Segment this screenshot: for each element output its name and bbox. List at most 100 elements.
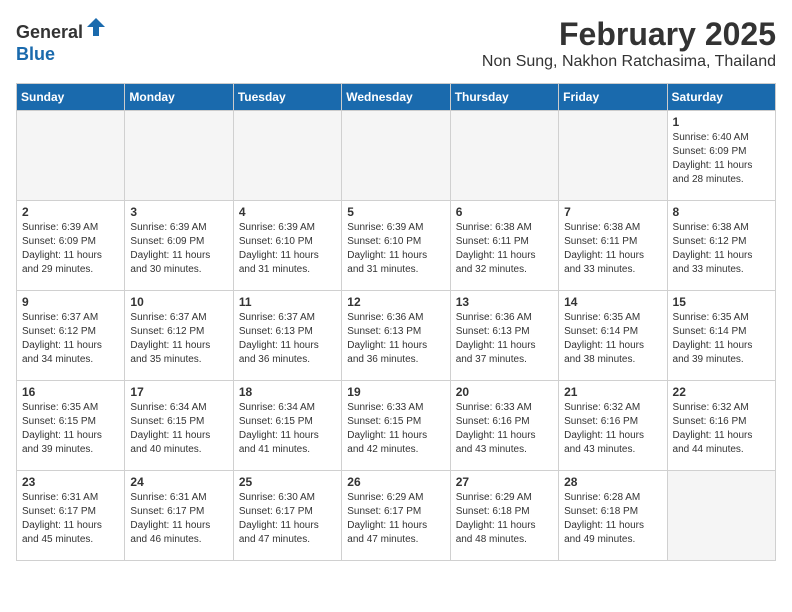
calendar-cell: 24 Sunrise: 6:31 AM Sunset: 6:17 PM Dayli… (125, 471, 233, 561)
day-info: Sunrise: 6:37 AM Sunset: 6:12 PM Dayligh… (22, 311, 119, 367)
calendar-cell (233, 111, 341, 201)
logo: General Blue (16, 16, 107, 65)
day-info: Sunrise: 6:37 AM Sunset: 6:13 PM Dayligh… (239, 311, 336, 367)
day-number: 14 (564, 295, 661, 309)
calendar-cell: 9 Sunrise: 6:37 AM Sunset: 6:12 PM Daylig… (17, 291, 125, 381)
day-info: Sunrise: 6:38 AM Sunset: 6:11 PM Dayligh… (564, 221, 661, 277)
calendar-cell: 14 Sunrise: 6:35 AM Sunset: 6:14 PM Dayli… (559, 291, 667, 381)
day-number: 4 (239, 205, 336, 219)
day-number: 18 (239, 385, 336, 399)
calendar-cell (125, 111, 233, 201)
calendar-cell: 11 Sunrise: 6:37 AM Sunset: 6:13 PM Dayli… (233, 291, 341, 381)
day-info: Sunrise: 6:28 AM Sunset: 6:18 PM Dayligh… (564, 491, 661, 547)
day-number: 25 (239, 475, 336, 489)
day-number: 28 (564, 475, 661, 489)
day-info: Sunrise: 6:32 AM Sunset: 6:16 PM Dayligh… (673, 401, 770, 457)
day-info: Sunrise: 6:39 AM Sunset: 6:10 PM Dayligh… (239, 221, 336, 277)
day-number: 24 (130, 475, 227, 489)
column-header-saturday: Saturday (667, 84, 775, 111)
day-number: 8 (673, 205, 770, 219)
calendar-cell: 15 Sunrise: 6:35 AM Sunset: 6:14 PM Dayli… (667, 291, 775, 381)
day-info: Sunrise: 6:31 AM Sunset: 6:17 PM Dayligh… (130, 491, 227, 547)
day-info: Sunrise: 6:36 AM Sunset: 6:13 PM Dayligh… (347, 311, 444, 367)
calendar-cell: 1Sunrise: 6:40 AM Sunset: 6:09 PM Daylig… (667, 111, 775, 201)
calendar-cell: 16 Sunrise: 6:35 AM Sunset: 6:15 PM Dayli… (17, 381, 125, 471)
logo-icon (85, 16, 107, 38)
day-number: 20 (456, 385, 553, 399)
column-header-tuesday: Tuesday (233, 84, 341, 111)
day-info: Sunrise: 6:30 AM Sunset: 6:17 PM Dayligh… (239, 491, 336, 547)
day-number: 9 (22, 295, 119, 309)
calendar-cell: 17 Sunrise: 6:34 AM Sunset: 6:15 PM Dayli… (125, 381, 233, 471)
column-header-sunday: Sunday (17, 84, 125, 111)
day-number: 3 (130, 205, 227, 219)
subtitle: Non Sung, Nakhon Ratchasima, Thailand (482, 53, 776, 71)
day-info: Sunrise: 6:35 AM Sunset: 6:14 PM Dayligh… (564, 311, 661, 367)
day-number: 23 (22, 475, 119, 489)
day-info: Sunrise: 6:38 AM Sunset: 6:12 PM Dayligh… (673, 221, 770, 277)
column-header-thursday: Thursday (450, 84, 558, 111)
day-number: 10 (130, 295, 227, 309)
calendar-cell (450, 111, 558, 201)
calendar-cell: 13 Sunrise: 6:36 AM Sunset: 6:13 PM Dayli… (450, 291, 558, 381)
day-info: Sunrise: 6:39 AM Sunset: 6:10 PM Dayligh… (347, 221, 444, 277)
calendar-cell (559, 111, 667, 201)
page-header: General Blue February 2025 Non Sung, Nak… (16, 16, 776, 71)
day-info: Sunrise: 6:34 AM Sunset: 6:15 PM Dayligh… (239, 401, 336, 457)
calendar-cell: 5 Sunrise: 6:39 AM Sunset: 6:10 PM Daylig… (342, 201, 450, 291)
day-info: Sunrise: 6:35 AM Sunset: 6:15 PM Dayligh… (22, 401, 119, 457)
day-number: 19 (347, 385, 444, 399)
logo-general: General (16, 22, 83, 42)
day-info: Sunrise: 6:35 AM Sunset: 6:14 PM Dayligh… (673, 311, 770, 367)
calendar-cell: 25 Sunrise: 6:30 AM Sunset: 6:17 PM Dayli… (233, 471, 341, 561)
day-number: 13 (456, 295, 553, 309)
day-info: Sunrise: 6:37 AM Sunset: 6:12 PM Dayligh… (130, 311, 227, 367)
calendar-cell: 4 Sunrise: 6:39 AM Sunset: 6:10 PM Daylig… (233, 201, 341, 291)
calendar-cell (342, 111, 450, 201)
day-info: Sunrise: 6:39 AM Sunset: 6:09 PM Dayligh… (22, 221, 119, 277)
day-info: Sunrise: 6:29 AM Sunset: 6:18 PM Dayligh… (456, 491, 553, 547)
main-title: February 2025 (482, 16, 776, 53)
day-number: 11 (239, 295, 336, 309)
calendar-cell: 27 Sunrise: 6:29 AM Sunset: 6:18 PM Dayli… (450, 471, 558, 561)
calendar-cell (667, 471, 775, 561)
day-number: 16 (22, 385, 119, 399)
day-info: Sunrise: 6:34 AM Sunset: 6:15 PM Dayligh… (130, 401, 227, 457)
day-number: 27 (456, 475, 553, 489)
calendar-cell: 23 Sunrise: 6:31 AM Sunset: 6:17 PM Dayli… (17, 471, 125, 561)
day-info: Sunrise: 6:40 AM Sunset: 6:09 PM Dayligh… (673, 131, 770, 187)
day-info: Sunrise: 6:36 AM Sunset: 6:13 PM Dayligh… (456, 311, 553, 367)
day-info: Sunrise: 6:39 AM Sunset: 6:09 PM Dayligh… (130, 221, 227, 277)
column-header-wednesday: Wednesday (342, 84, 450, 111)
day-info: Sunrise: 6:38 AM Sunset: 6:11 PM Dayligh… (456, 221, 553, 277)
day-number: 12 (347, 295, 444, 309)
calendar-cell: 8 Sunrise: 6:38 AM Sunset: 6:12 PM Daylig… (667, 201, 775, 291)
calendar-cell: 10 Sunrise: 6:37 AM Sunset: 6:12 PM Dayli… (125, 291, 233, 381)
calendar-cell: 7Sunrise: 6:38 AM Sunset: 6:11 PM Daylig… (559, 201, 667, 291)
calendar-cell: 21Sunrise: 6:32 AM Sunset: 6:16 PM Dayli… (559, 381, 667, 471)
day-number: 21 (564, 385, 661, 399)
day-number: 26 (347, 475, 444, 489)
day-number: 17 (130, 385, 227, 399)
day-number: 15 (673, 295, 770, 309)
day-info: Sunrise: 6:33 AM Sunset: 6:16 PM Dayligh… (456, 401, 553, 457)
calendar-cell: 20 Sunrise: 6:33 AM Sunset: 6:16 PM Dayli… (450, 381, 558, 471)
day-info: Sunrise: 6:29 AM Sunset: 6:17 PM Dayligh… (347, 491, 444, 547)
column-header-monday: Monday (125, 84, 233, 111)
calendar-cell: 22Sunrise: 6:32 AM Sunset: 6:16 PM Dayli… (667, 381, 775, 471)
day-info: Sunrise: 6:33 AM Sunset: 6:15 PM Dayligh… (347, 401, 444, 457)
day-info: Sunrise: 6:31 AM Sunset: 6:17 PM Dayligh… (22, 491, 119, 547)
day-number: 6 (456, 205, 553, 219)
title-block: February 2025 Non Sung, Nakhon Ratchasim… (482, 16, 776, 71)
calendar-cell: 18 Sunrise: 6:34 AM Sunset: 6:15 PM Dayli… (233, 381, 341, 471)
logo-blue: Blue (16, 44, 55, 64)
day-number: 5 (347, 205, 444, 219)
calendar-cell: 3 Sunrise: 6:39 AM Sunset: 6:09 PM Daylig… (125, 201, 233, 291)
calendar-cell: 6 Sunrise: 6:38 AM Sunset: 6:11 PM Daylig… (450, 201, 558, 291)
calendar-cell: 19 Sunrise: 6:33 AM Sunset: 6:15 PM Dayli… (342, 381, 450, 471)
calendar-cell: 2 Sunrise: 6:39 AM Sunset: 6:09 PM Daylig… (17, 201, 125, 291)
calendar-cell: 26 Sunrise: 6:29 AM Sunset: 6:17 PM Dayli… (342, 471, 450, 561)
calendar-cell: 28 Sunrise: 6:28 AM Sunset: 6:18 PM Dayli… (559, 471, 667, 561)
day-number: 2 (22, 205, 119, 219)
calendar-cell: 12 Sunrise: 6:36 AM Sunset: 6:13 PM Dayli… (342, 291, 450, 381)
